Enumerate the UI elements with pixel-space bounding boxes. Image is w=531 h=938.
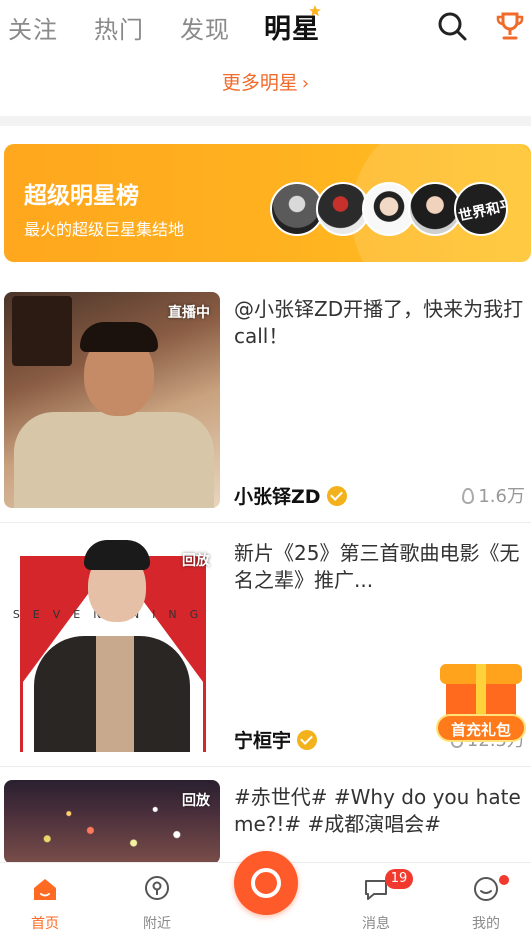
notification-dot [499, 875, 509, 885]
replay-badge: 回放 [182, 553, 210, 569]
banner-subtitle: 最火的超级巨星集结地 [24, 220, 185, 239]
poster-shape [203, 556, 206, 752]
thumbnail-figure [14, 412, 214, 508]
first-recharge-gift-button[interactable]: 首充礼包 [436, 658, 526, 746]
thumbnail-figure [84, 540, 150, 570]
card-title: @小张铎ZD开播了，快来为我打call！ [234, 297, 524, 348]
location-icon [145, 876, 169, 900]
divider [0, 766, 531, 767]
go-live-button[interactable] [234, 851, 298, 915]
card-title: 新片《25》第三首歌曲电影《无名之辈》推广... [234, 541, 520, 592]
live-thumbnail[interactable]: 直播中 [4, 292, 220, 508]
streamer-name: 小张铎ZD [234, 486, 321, 508]
thumbnail-background [12, 296, 72, 366]
nav-home-label: 首页 [31, 916, 59, 932]
avatar-text: 世界和平 [457, 197, 508, 225]
nav-me-label: 我的 [472, 916, 500, 932]
viewer-count: 1.6万 [462, 482, 525, 508]
home-icon [34, 879, 56, 900]
poster-shape [20, 556, 23, 752]
nav-nearby-label: 附近 [143, 916, 171, 932]
streamer-name-row[interactable]: 宁桓宇 [234, 726, 318, 753]
search-icon[interactable] [436, 10, 468, 42]
replay-thumbnail[interactable]: SEVEN NING 回放 [4, 536, 220, 752]
replay-thumbnail[interactable]: 回放 [4, 780, 220, 864]
tab-hot[interactable]: 热门 [94, 10, 144, 45]
thumbnail-figure [96, 636, 134, 752]
profile-icon [474, 877, 498, 901]
gift-label: 首充礼包 [436, 714, 526, 742]
divider [0, 522, 531, 523]
star-avatar-stack: 世界和平 [270, 182, 520, 236]
card-title: #赤世代# #Why do you hate me?!# #成都演唱会# [234, 785, 521, 836]
banner-title: 超级明星榜 [24, 183, 139, 209]
live-badge: 直播中 [168, 305, 210, 321]
top-tab-bar: 关注 热门 发现 明星 [0, 0, 531, 56]
viewer-count-value: 1.6万 [478, 486, 525, 507]
chevron-right-icon: › [301, 73, 310, 94]
super-star-ranking-banner[interactable]: 超级明星榜 最火的超级巨星集结地 世界和平 [4, 144, 531, 262]
verified-icon [326, 486, 347, 506]
nav-messages-label: 消息 [362, 916, 390, 932]
trophy-icon[interactable] [494, 10, 526, 42]
more-stars-link[interactable]: 更多明星 › [0, 68, 531, 95]
streamer-name: 宁桓宇 [234, 730, 292, 752]
star-icon [309, 5, 321, 17]
bottom-nav: 首页 附近 19 消息 我的 [0, 851, 531, 938]
avatar: 世界和平 [454, 182, 508, 236]
thumbnail-figure [80, 322, 158, 352]
tab-discover[interactable]: 发现 [180, 10, 230, 45]
nav-messages[interactable]: 19 消息 [331, 863, 421, 938]
nav-me[interactable]: 我的 [441, 863, 531, 938]
streamer-name-row[interactable]: 小张铎ZD [234, 482, 347, 509]
section-divider [0, 116, 531, 126]
nav-nearby[interactable]: 附近 [112, 863, 202, 938]
nav-home[interactable]: 首页 [0, 863, 90, 938]
verified-icon [297, 730, 318, 750]
message-count-badge: 19 [385, 869, 413, 889]
tab-follow[interactable]: 关注 [8, 10, 58, 45]
more-stars-label: 更多明星 [221, 72, 298, 94]
replay-badge: 回放 [182, 793, 210, 809]
flame-icon [462, 488, 475, 504]
